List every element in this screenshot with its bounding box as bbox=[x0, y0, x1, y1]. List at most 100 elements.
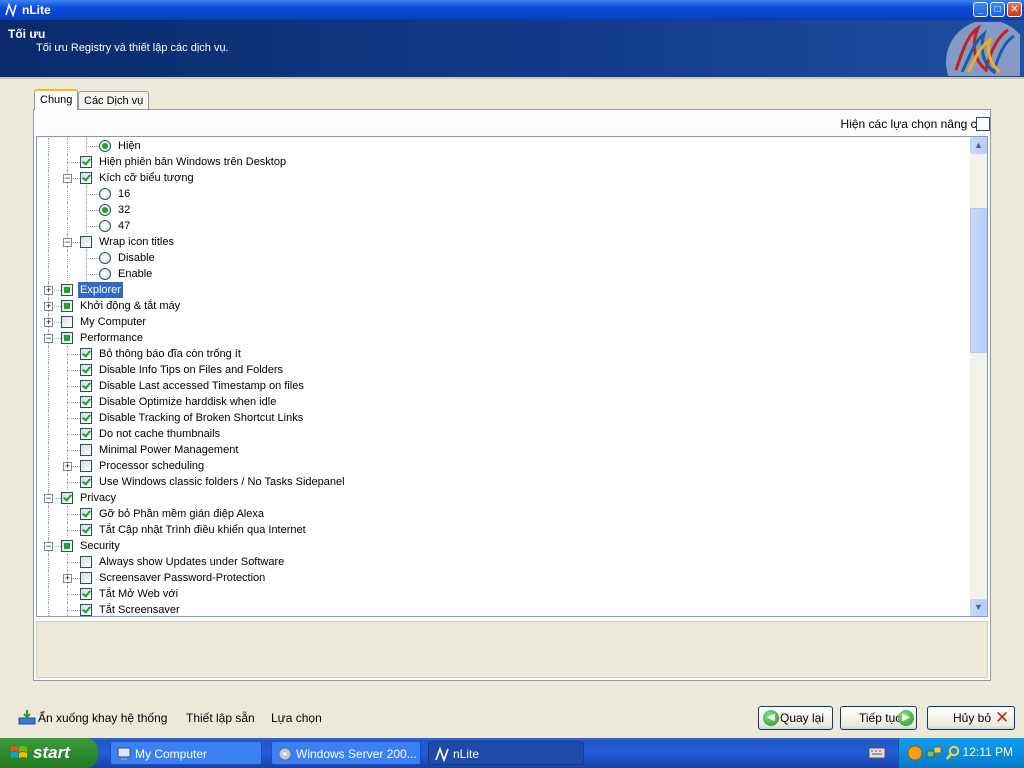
tree-item-label[interactable]: Disable Optimize harddisk when idle bbox=[97, 394, 278, 410]
keyboard-icon[interactable] bbox=[868, 747, 886, 759]
tree-row[interactable]: 16 bbox=[37, 186, 967, 202]
tree-row[interactable]: Tắt Cập nhật Trình điều khiển qua Intern… bbox=[37, 522, 967, 538]
tree-item-label[interactable]: Performance bbox=[78, 330, 145, 346]
option-checkbox[interactable] bbox=[61, 284, 73, 296]
collapse-minus-icon[interactable]: − bbox=[44, 334, 53, 343]
tree-item-label[interactable]: Security bbox=[78, 538, 122, 554]
tab-services[interactable]: Các Dịch vụ bbox=[78, 91, 150, 110]
tree-row[interactable]: Tắt Screensaver bbox=[37, 602, 967, 616]
expand-plus-icon[interactable]: + bbox=[63, 462, 72, 471]
tree-row[interactable]: Disable bbox=[37, 250, 967, 266]
task-windows-server[interactable]: Windows Server 200... bbox=[271, 741, 421, 765]
expand-plus-icon[interactable]: + bbox=[44, 318, 53, 327]
tree-row[interactable]: Gỡ bỏ Phần mềm gián điệp Alexa bbox=[37, 506, 967, 522]
tree-row[interactable]: − Privacy bbox=[37, 490, 967, 506]
tree-row[interactable]: 47 bbox=[37, 218, 967, 234]
collapse-minus-icon[interactable]: − bbox=[44, 494, 53, 503]
expand-plus-icon[interactable]: + bbox=[44, 286, 53, 295]
network-icon[interactable] bbox=[926, 745, 942, 761]
tree-item-label[interactable]: Tắt Cập nhật Trình điều khiển qua Intern… bbox=[97, 522, 308, 538]
tree-row[interactable]: Do not cache thumbnails bbox=[37, 426, 967, 442]
close-button[interactable]: ✕ bbox=[1007, 2, 1022, 17]
option-radio[interactable] bbox=[99, 220, 111, 232]
option-radio[interactable] bbox=[99, 268, 111, 280]
tree-row[interactable]: − Kích cỡ biểu tượng bbox=[37, 170, 967, 186]
option-checkbox[interactable] bbox=[80, 348, 92, 360]
tree-item-label[interactable]: Disable bbox=[116, 250, 157, 266]
tree-row[interactable]: Hiện bbox=[37, 138, 967, 154]
task-my-computer[interactable]: My Computer bbox=[110, 741, 262, 765]
option-checkbox[interactable] bbox=[80, 236, 92, 248]
tree-item-label[interactable]: Hiện phiên bản Windows trên Desktop bbox=[97, 154, 288, 170]
tree-row[interactable]: + My Computer bbox=[37, 314, 967, 330]
tree-row[interactable]: Tắt Mở Web với bbox=[37, 586, 967, 602]
tree-item-label[interactable]: 16 bbox=[116, 186, 132, 202]
option-checkbox[interactable] bbox=[80, 508, 92, 520]
tree-item-label[interactable]: Tắt Screensaver bbox=[97, 602, 182, 616]
advanced-options-checkbox[interactable] bbox=[976, 117, 990, 131]
option-radio[interactable] bbox=[99, 204, 111, 216]
tree-item-label[interactable]: Minimal Power Management bbox=[97, 442, 240, 458]
tree-row[interactable]: Always show Updates under Software bbox=[37, 554, 967, 570]
option-checkbox[interactable] bbox=[61, 332, 73, 344]
tree-item-label[interactable]: Enable bbox=[116, 266, 154, 282]
tree-row[interactable]: + Khởi động & tắt máy bbox=[37, 298, 967, 314]
options-link[interactable]: Lựa chọn bbox=[271, 711, 322, 725]
presets-link[interactable]: Thiết lập sẵn bbox=[186, 711, 255, 725]
option-checkbox[interactable] bbox=[80, 524, 92, 536]
tree-row[interactable]: − Wrap icon titles bbox=[37, 234, 967, 250]
tree-row[interactable]: Disable Tracking of Broken Shortcut Link… bbox=[37, 410, 967, 426]
security-shield-icon[interactable] bbox=[907, 745, 923, 761]
tree-item-label[interactable]: Disable Info Tips on Files and Folders bbox=[97, 362, 285, 378]
tree-item-label[interactable]: Processor scheduling bbox=[97, 458, 206, 474]
option-checkbox[interactable] bbox=[61, 492, 73, 504]
tree-item-label[interactable]: Bỏ thông báo đĩa còn trống ít bbox=[97, 346, 243, 362]
tree-row[interactable]: Hiện phiên bản Windows trên Desktop bbox=[37, 154, 967, 170]
tree-row[interactable]: Disable Last accessed Timestamp on files bbox=[37, 378, 967, 394]
option-radio[interactable] bbox=[99, 252, 111, 264]
option-checkbox[interactable] bbox=[61, 540, 73, 552]
tree-row[interactable]: Minimal Power Management bbox=[37, 442, 967, 458]
option-checkbox[interactable] bbox=[80, 412, 92, 424]
option-checkbox[interactable] bbox=[80, 556, 92, 568]
maximize-button[interactable]: □ bbox=[990, 2, 1005, 17]
minimize-button[interactable]: _ bbox=[973, 2, 988, 17]
tree-item-label[interactable]: Screensaver Password-Protection bbox=[97, 570, 267, 586]
title-bar[interactable]: nLite _ □ ✕ bbox=[0, 0, 1024, 20]
tree-row[interactable]: Use Windows classic folders / No Tasks S… bbox=[37, 474, 967, 490]
tree-scrollbar[interactable]: ▲ ▼ bbox=[970, 137, 987, 616]
back-button[interactable]: ◀ Quay lại bbox=[758, 706, 833, 730]
tree-row[interactable]: + Explorer bbox=[37, 282, 967, 298]
tree-row[interactable]: Disable Optimize harddisk when idle bbox=[37, 394, 967, 410]
tree-item-label[interactable]: Kích cỡ biểu tượng bbox=[97, 170, 196, 186]
tree-row[interactable]: − Security bbox=[37, 538, 967, 554]
option-checkbox[interactable] bbox=[80, 396, 92, 408]
tree-row[interactable]: 32 bbox=[37, 202, 967, 218]
tree-row[interactable]: + Screensaver Password-Protection bbox=[37, 570, 967, 586]
tree-item-label[interactable]: Tắt Mở Web với bbox=[97, 586, 180, 602]
cancel-button[interactable]: Hủy bỏ ✕ bbox=[927, 706, 1015, 730]
tree-row[interactable]: Bỏ thông báo đĩa còn trống ít bbox=[37, 346, 967, 362]
tree-item-label[interactable]: 32 bbox=[116, 202, 132, 218]
tree-item-label[interactable]: 47 bbox=[116, 218, 132, 234]
option-checkbox[interactable] bbox=[80, 476, 92, 488]
tree-row[interactable]: − Performance bbox=[37, 330, 967, 346]
tree-item-label[interactable]: Explorer bbox=[78, 282, 123, 298]
task-nlite[interactable]: nLite bbox=[428, 741, 584, 765]
tree-row[interactable]: Enable bbox=[37, 266, 967, 282]
tree-item-label[interactable]: Gỡ bỏ Phần mềm gián điệp Alexa bbox=[97, 506, 266, 522]
tree-item-label[interactable]: Disable Tracking of Broken Shortcut Link… bbox=[97, 410, 305, 426]
option-checkbox[interactable] bbox=[80, 380, 92, 392]
expand-plus-icon[interactable]: + bbox=[44, 302, 53, 311]
tree-item-label[interactable]: Use Windows classic folders / No Tasks S… bbox=[97, 474, 347, 490]
option-checkbox[interactable] bbox=[61, 300, 73, 312]
expand-plus-icon[interactable]: + bbox=[63, 574, 72, 583]
search-icon[interactable] bbox=[945, 745, 961, 761]
tree-item-label[interactable]: Privacy bbox=[78, 490, 118, 506]
tree-item-label[interactable]: Wrap icon titles bbox=[97, 234, 176, 250]
tree-item-label[interactable]: Hiện bbox=[116, 138, 143, 154]
option-checkbox[interactable] bbox=[80, 444, 92, 456]
option-checkbox[interactable] bbox=[80, 364, 92, 376]
option-checkbox[interactable] bbox=[80, 460, 92, 472]
tree-row[interactable]: + Processor scheduling bbox=[37, 458, 967, 474]
